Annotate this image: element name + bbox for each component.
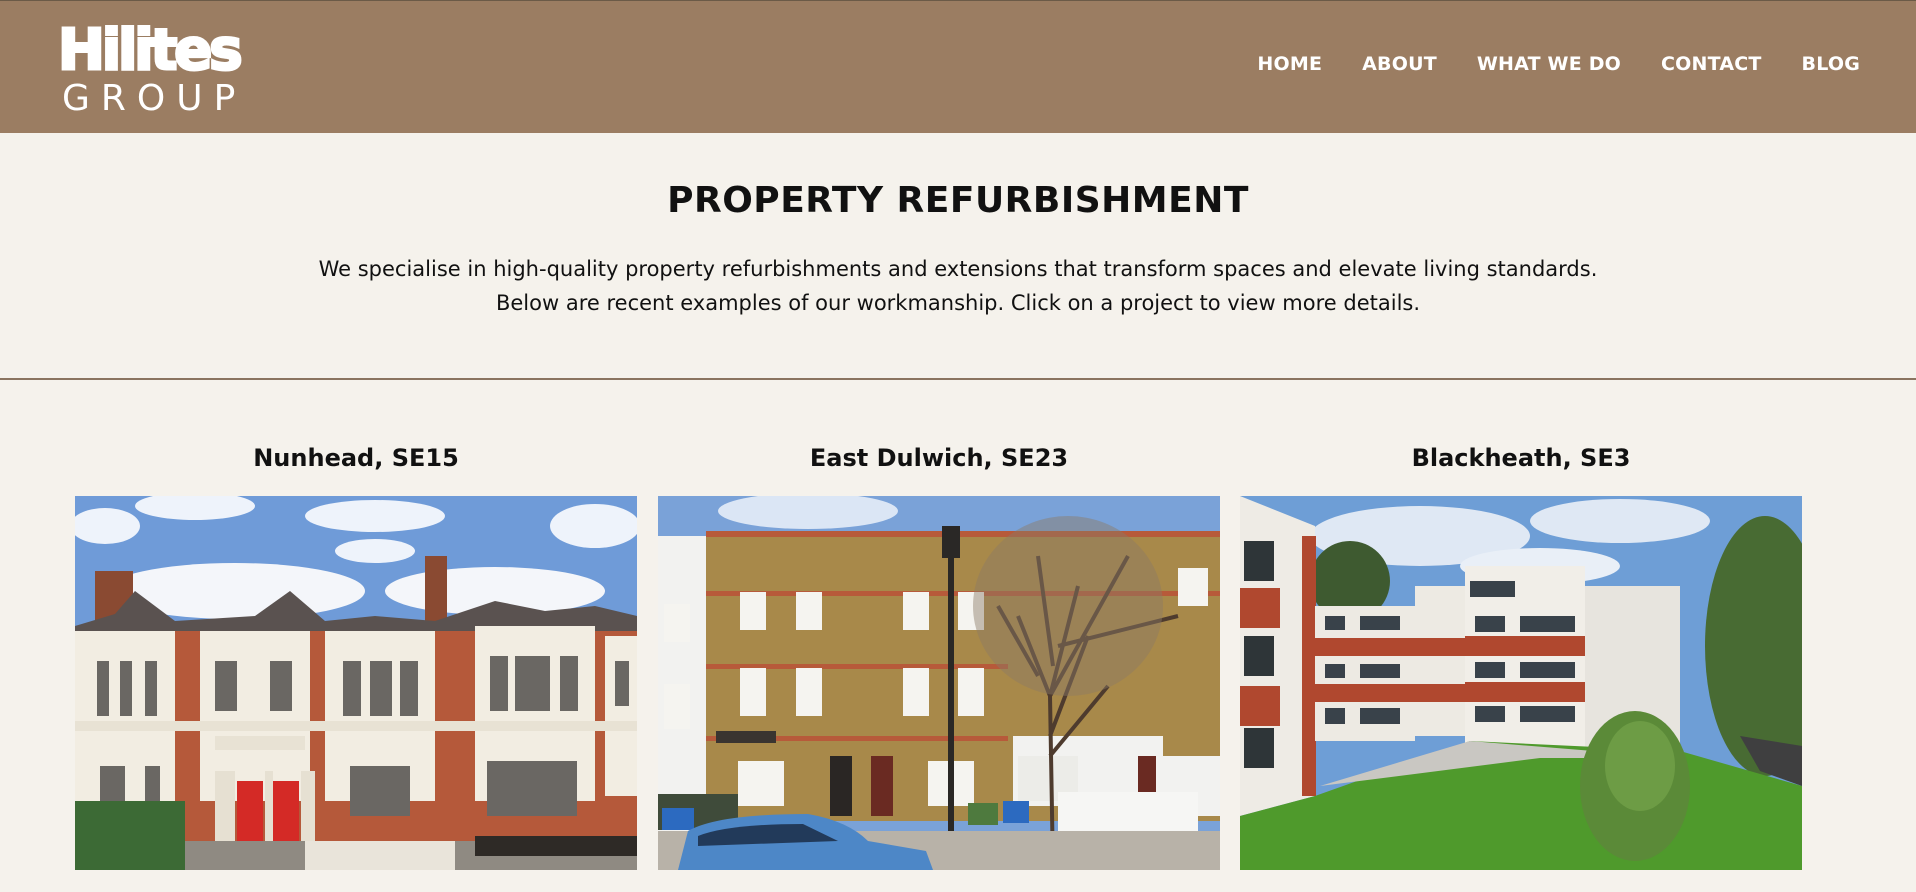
site-header: Hilites GROUP HOME ABOUT WHAT WE DO CONT… (0, 1, 1916, 133)
nav-contact-link[interactable]: CONTACT (1661, 53, 1762, 75)
section-divider (0, 378, 1916, 380)
nav-about-link[interactable]: ABOUT (1362, 53, 1437, 75)
nav-blog-link[interactable]: BLOG (1802, 53, 1860, 75)
logo-wordmark-hilites: Hilites (57, 17, 245, 84)
project-card-east-dulwich[interactable]: East Dulwich, SE23 (658, 442, 1220, 870)
nav-home-link[interactable]: HOME (1257, 53, 1322, 75)
main-navigation: HOME ABOUT WHAT WE DO CONTACT BLOG (1257, 53, 1860, 75)
hilites-group-logo[interactable]: Hilites GROUP (57, 17, 253, 119)
page-title: PROPERTY REFURBISHMENT (667, 180, 1249, 221)
intro-line-1: We specialise in high-quality property r… (318, 257, 1598, 281)
project-title[interactable]: Nunhead, SE15 (75, 442, 637, 474)
project-title[interactable]: East Dulwich, SE23 (658, 442, 1220, 474)
intro-line-2: Below are recent examples of our workman… (495, 291, 1421, 315)
nav-what-we-do-link[interactable]: WHAT WE DO (1477, 53, 1621, 75)
project-photo-east-dulwich[interactable] (658, 496, 1220, 870)
project-card-nunhead[interactable]: Nunhead, SE15 (75, 442, 637, 870)
page-intro: We specialise in high-quality property r… (0, 252, 1916, 320)
project-card-blackheath[interactable]: Blackheath, SE3 (1240, 442, 1802, 870)
project-photo-blackheath[interactable] (1240, 496, 1802, 870)
project-photo-nunhead[interactable] (75, 496, 637, 870)
logo-wordmark-group: GROUP (62, 78, 247, 119)
project-title[interactable]: Blackheath, SE3 (1240, 442, 1802, 474)
